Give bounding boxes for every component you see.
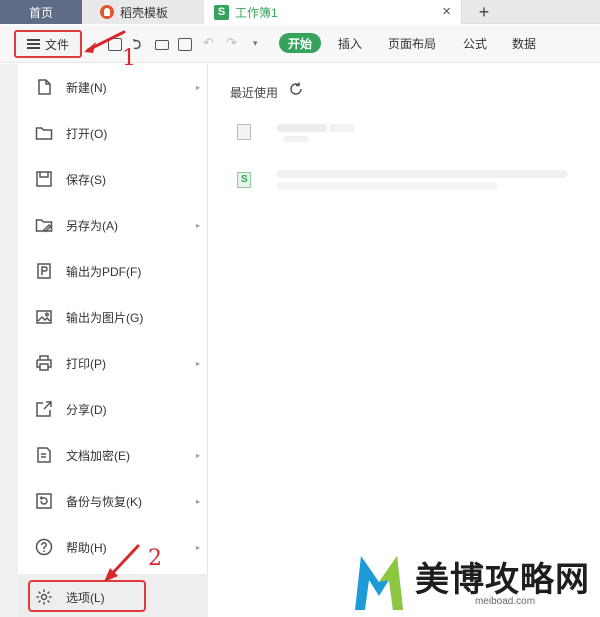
customize-quick-access-icon[interactable]: ▾ xyxy=(253,38,258,49)
printer-icon xyxy=(36,355,52,371)
menu-item-encrypt[interactable]: 文档加密(E) ▸ xyxy=(18,432,208,478)
recent-file-item[interactable] xyxy=(237,170,577,200)
blurred-filename xyxy=(277,170,567,178)
menu-item-label: 打印(P) xyxy=(66,356,106,371)
submenu-arrow-icon: ▸ xyxy=(195,220,200,230)
watermark-url: meiboad.com xyxy=(475,596,536,607)
save-as-icon xyxy=(35,219,53,233)
menu-item-label: 文档加密(E) xyxy=(66,448,130,463)
menu-item-new[interactable]: 新建(N) ▸ xyxy=(18,64,208,110)
image-icon xyxy=(36,310,52,324)
file-menu-button[interactable]: 文件 xyxy=(14,30,82,58)
spreadsheet-icon: S xyxy=(214,4,229,20)
redo-icon[interactable]: ↷ xyxy=(226,35,237,51)
menu-item-label: 打开(O) xyxy=(66,126,108,141)
new-tab-button[interactable]: + xyxy=(472,0,496,24)
submenu-arrow-icon: ▸ xyxy=(195,82,200,92)
blurred-path xyxy=(277,182,497,190)
hamburger-icon xyxy=(26,39,40,49)
menu-item-label: 新建(N) xyxy=(66,80,107,95)
tab-workbook-label: 工作簿1 xyxy=(235,5,278,20)
close-tab-icon[interactable]: × xyxy=(442,3,451,20)
tab-data[interactable]: 数据 xyxy=(512,35,536,52)
blurred-filename xyxy=(329,124,355,132)
tab-page-layout[interactable]: 页面布局 xyxy=(388,35,436,52)
submenu-arrow-icon: ▸ xyxy=(195,358,200,368)
print-preview-icon[interactable] xyxy=(178,38,192,51)
backup-icon xyxy=(36,493,52,509)
menu-item-label: 输出为图片(G) xyxy=(66,310,144,325)
quick-print-icon[interactable] xyxy=(155,40,169,50)
tab-home[interactable]: 首页 xyxy=(0,0,82,24)
tab-workbook[interactable]: S 工作簿1 × xyxy=(204,0,462,24)
tab-formulas[interactable]: 公式 xyxy=(463,35,487,52)
menu-item-export-pdf[interactable]: 输出为PDF(F) xyxy=(18,248,208,294)
tab-home-label: 首页 xyxy=(28,5,53,20)
watermark-logo-icon xyxy=(355,556,403,610)
recent-files-panel: 最近使用 xyxy=(209,64,600,617)
spreadsheet-file-icon xyxy=(237,172,251,188)
tab-start[interactable]: 开始 xyxy=(279,33,321,53)
blurred-path xyxy=(283,136,309,142)
watermark: 美博攻略网 meiboad.com xyxy=(349,548,600,617)
recent-file-item[interactable] xyxy=(237,122,577,152)
annotation-step-2: 2 xyxy=(148,546,162,571)
title-bar: 首页 稻壳模板 S 工作簿1 × + xyxy=(0,0,600,24)
file-icon xyxy=(237,124,251,140)
help-icon xyxy=(35,538,53,556)
pdf-icon xyxy=(37,263,51,279)
menu-item-label: 选项(L) xyxy=(66,590,105,605)
annotation-arrow-2 xyxy=(104,544,140,582)
submenu-arrow-icon: ▸ xyxy=(195,496,200,506)
refresh-icon[interactable] xyxy=(288,81,304,97)
recent-section-title: 最近使用 xyxy=(230,86,279,100)
menu-item-label: 分享(D) xyxy=(66,402,107,417)
menu-item-save-as[interactable]: 另存为(A) ▸ xyxy=(18,202,208,248)
gear-icon xyxy=(36,589,52,605)
blurred-filename xyxy=(277,124,327,132)
save-icon xyxy=(36,171,52,187)
tab-template-label: 稻壳模板 xyxy=(120,5,169,20)
menu-item-save[interactable]: 保存(S) xyxy=(18,156,208,202)
menu-item-label: 输出为PDF(F) xyxy=(66,264,142,279)
docer-logo-icon xyxy=(100,5,114,19)
menu-item-open[interactable]: 打开(O) xyxy=(18,110,208,156)
tab-insert[interactable]: 插入 xyxy=(338,35,362,52)
new-file-icon xyxy=(38,79,51,95)
menu-item-label: 保存(S) xyxy=(66,172,106,187)
folder-icon xyxy=(35,127,53,140)
left-strip xyxy=(0,64,18,617)
file-menu-label: 文件 xyxy=(44,37,69,52)
lock-document-icon xyxy=(37,447,51,463)
menu-item-export-image[interactable]: 输出为图片(G) xyxy=(18,294,208,340)
watermark-text: 美博攻略网 xyxy=(415,560,590,600)
share-icon xyxy=(36,401,52,417)
menu-item-label: 另存为(A) xyxy=(66,218,118,233)
undo-icon[interactable]: ↶ xyxy=(203,35,214,51)
menu-item-backup[interactable]: 备份与恢复(K) ▸ xyxy=(18,478,208,524)
tab-docer-templates[interactable]: 稻壳模板 xyxy=(82,0,202,24)
submenu-arrow-icon: ▸ xyxy=(195,542,200,552)
menu-item-label: 备份与恢复(K) xyxy=(66,494,142,509)
submenu-arrow-icon: ▸ xyxy=(195,450,200,460)
file-menu-panel: 新建(N) ▸ 打开(O) 保存(S) 另存为(A) ▸ 输出为PDF(F) 输… xyxy=(18,64,208,617)
annotation-step-1: 1 xyxy=(122,46,136,71)
menu-item-share[interactable]: 分享(D) xyxy=(18,386,208,432)
menu-item-print[interactable]: 打印(P) ▸ xyxy=(18,340,208,386)
